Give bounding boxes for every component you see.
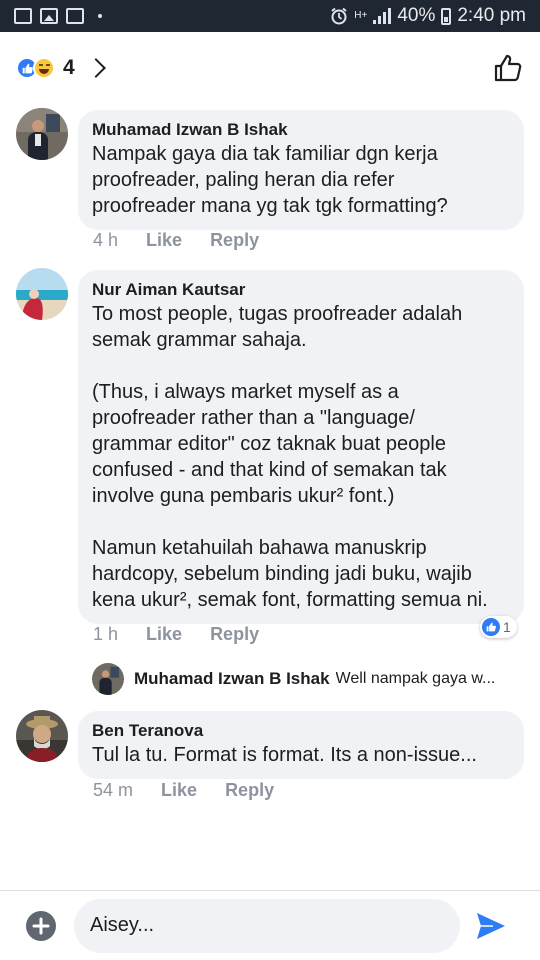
comment-input[interactable] (74, 898, 460, 953)
like-button[interactable]: Like (161, 780, 197, 801)
reply-button[interactable]: Reply (225, 780, 274, 801)
like-button[interactable]: Like (146, 230, 182, 251)
reaction-count: 4 (63, 56, 75, 79)
avatar[interactable] (16, 710, 68, 762)
chevron-right-icon[interactable] (85, 58, 106, 78)
comment-actions: 4 h Like Reply (93, 230, 259, 251)
comment-time: 4 h (93, 230, 119, 250)
avatar[interactable] (16, 268, 68, 320)
comment-time: 54 m (93, 780, 134, 800)
alarm-icon (331, 7, 347, 25)
send-icon (477, 912, 505, 939)
comment-author[interactable]: Nur Aiman Kautsar (92, 279, 510, 301)
reaction-count: 1 (503, 619, 511, 635)
reactions-header: 4 (0, 36, 540, 100)
like-button[interactable]: Like (146, 624, 182, 645)
avatar (92, 663, 124, 695)
battery-icon (441, 7, 452, 25)
comment-author[interactable]: Ben Teranova (92, 720, 510, 742)
gallery-icon (66, 8, 84, 24)
clock: 2:40 pm (457, 5, 526, 26)
comment-time: 1 h (93, 624, 119, 644)
like-post-button[interactable] (492, 52, 524, 84)
avatar[interactable] (16, 108, 68, 160)
comment-reaction-badge[interactable]: 1 (480, 616, 517, 638)
network-type: H+ (354, 10, 368, 21)
reply-button[interactable]: Reply (210, 624, 259, 645)
gallery-icon (14, 8, 32, 24)
plus-icon (32, 917, 50, 934)
comment-actions: 1 h Like Reply (93, 624, 259, 645)
haha-reaction-icon (33, 57, 55, 79)
comment-composer (0, 891, 540, 960)
thumbs-up-outline-icon (494, 54, 522, 82)
reaction-summary[interactable]: 4 (16, 56, 106, 80)
signal-icon (373, 8, 392, 24)
comment-actions: 54 m Like Reply (93, 780, 274, 801)
image-icon (40, 8, 58, 24)
comment-bubble[interactable]: Muhamad Izwan B Ishak Nampak gaya dia ta… (78, 110, 524, 230)
reply-snippet: Well nampak gaya w... (335, 670, 496, 687)
like-reaction-icon (482, 618, 500, 636)
send-button[interactable] (474, 909, 508, 943)
reply-button[interactable]: Reply (210, 230, 259, 251)
add-attachment-button[interactable] (26, 910, 56, 941)
battery-percent: 40% (397, 5, 436, 26)
reply-preview[interactable]: Muhamad Izwan B Ishak Well nampak gaya w… (92, 662, 522, 696)
comment-text: Tul la tu. Format is format. Its a non-i… (92, 744, 477, 766)
comment-text: To most people, tugas proofreader adalah… (92, 303, 488, 611)
comment-author[interactable]: Muhamad Izwan B Ishak (92, 119, 510, 141)
comment-bubble[interactable]: Ben Teranova Tul la tu. Format is format… (78, 711, 524, 779)
comment-bubble[interactable]: Nur Aiman Kautsar To most people, tugas … (78, 270, 524, 624)
reply-author: Muhamad Izwan B Ishak (134, 669, 330, 688)
comment-text: Nampak gaya dia tak familiar dgn kerja p… (92, 143, 448, 217)
notification-dot-icon (98, 14, 102, 18)
status-bar: H+ 40% 2:40 pm (0, 0, 540, 32)
